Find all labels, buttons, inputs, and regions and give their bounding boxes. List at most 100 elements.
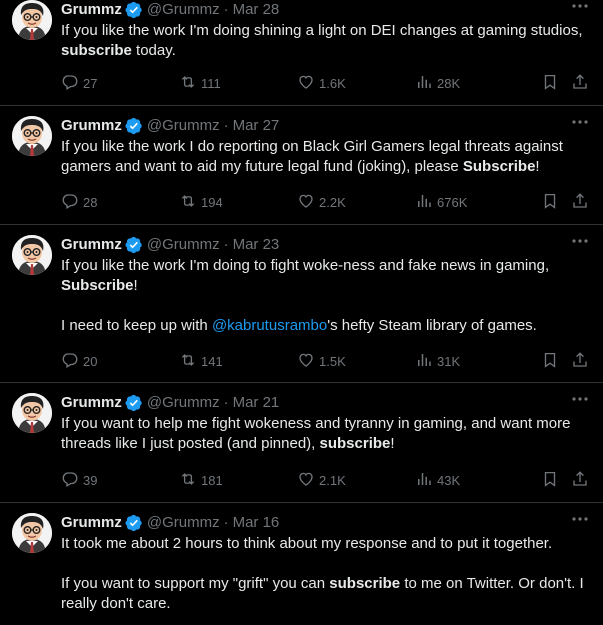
text-run: ! [133,277,138,294]
repost-button[interactable]: 181 [179,470,297,490]
avatar[interactable] [12,513,52,553]
repost-button[interactable]: 141 [179,351,297,371]
more-dots-icon[interactable] [569,231,591,251]
tweet-date[interactable]: Mar 27 [233,116,280,136]
action-bar: 27 111 1.6K 28K [61,73,589,93]
reply-count: 39 [83,472,98,488]
views-button[interactable]: 676K [415,192,535,212]
share-icon[interactable] [571,351,589,372]
more-dots-icon[interactable] [569,389,591,409]
tweet-content: Grummz @Grummz · Mar 27 If you like the work… [61,106,588,177]
bookmark-icon[interactable] [541,73,559,94]
repost-count: 194 [201,194,223,210]
heart-icon [297,192,319,213]
author-name[interactable]: Grummz [61,235,122,255]
verified-badge-icon[interactable] [125,1,143,19]
bold-text: Subscribe [462,158,536,175]
tweet[interactable]: Grummz @Grummz · Mar 23 If you like the work… [0,225,603,383]
like-button[interactable]: 2.2K [297,192,415,212]
more-dots-icon[interactable] [569,0,591,16]
author-handle[interactable]: @Grummz [147,116,220,136]
tweet-text: If you like the work I'm doing shining a… [61,21,585,61]
tweet[interactable]: Grummz @Grummz · Mar 16 It took me about 2 h… [0,503,603,625]
bookmark-icon[interactable] [541,470,559,491]
like-count: 2.2K [319,194,346,210]
bookmark-icon[interactable] [541,351,559,372]
author-handle[interactable]: @Grummz [147,235,220,255]
avatar[interactable] [12,393,52,433]
views-button[interactable]: 43K [415,470,535,490]
reply-button[interactable]: 28 [61,192,179,212]
mention-link[interactable]: @kabrutusrambo [212,317,327,334]
text-run: ! [535,158,540,175]
views-bar-chart-icon [415,73,437,94]
repost-count: 111 [201,75,221,91]
like-button[interactable]: 1.5K [297,351,415,371]
action-bar: 39 181 2.1K 43K [61,470,589,490]
author-handle[interactable]: @Grummz [147,393,220,413]
tweet-text: If you want to help me fight wokeness an… [61,414,585,454]
verified-badge-icon[interactable] [125,236,143,254]
share-icon[interactable] [571,470,589,491]
like-button[interactable]: 2.1K [297,470,415,490]
text-run: If you like the work I'm doing shining a… [61,22,583,39]
tweet-date[interactable]: Mar 16 [233,513,280,533]
author-name[interactable]: Grummz [61,513,122,533]
more-dots-icon[interactable] [569,509,591,529]
tweet-content: Grummz @Grummz · Mar 21 If you want to help … [61,383,588,454]
repost-icon [179,192,201,213]
tweet-date[interactable]: Mar 21 [233,393,280,413]
separator: · [223,236,229,253]
view-count: 28K [437,75,461,91]
reply-button[interactable]: 39 [61,470,179,490]
reply-button[interactable]: 27 [61,73,179,93]
tweet-date[interactable]: Mar 23 [233,235,280,255]
author-handle[interactable]: @Grummz [147,513,220,533]
views-button[interactable]: 28K [415,73,535,93]
tweet[interactable]: Grummz @Grummz · Mar 27 If you like the work… [0,106,603,225]
tweet-text: It took me about 2 hours to think about … [61,534,585,614]
text-run: I need to keep up with [61,317,212,334]
text-run: If you want to support my "grift" you ca… [61,575,330,592]
views-bar-chart-icon [415,470,437,491]
view-count: 43K [437,472,461,488]
repost-button[interactable]: 111 [179,73,297,93]
share-icon[interactable] [571,192,589,213]
tweet[interactable]: Grummz @Grummz · Mar 28 If you like the work… [0,0,603,106]
repost-button[interactable]: 194 [179,192,297,212]
avatar[interactable] [12,116,52,156]
reply-button[interactable]: 20 [61,351,179,371]
separator: · [223,117,229,134]
views-bar-chart-icon [415,192,437,213]
verified-badge-icon[interactable] [125,394,143,412]
verified-badge-icon[interactable] [125,117,143,135]
tweet-header: Grummz @Grummz · Mar 23 [61,235,585,255]
like-button[interactable]: 1.6K [297,73,415,93]
bookmark-icon[interactable] [541,192,559,213]
tweet[interactable]: Grummz @Grummz · Mar 21 If you want to help … [0,383,603,503]
author-name[interactable]: Grummz [61,116,122,136]
tweet-text: If you like the work I do reporting on B… [61,137,585,177]
tweet-date[interactable]: Mar 28 [233,0,280,20]
repost-icon [179,470,201,491]
author-name[interactable]: Grummz [61,393,122,413]
avatar[interactable] [12,235,52,275]
more-dots-icon[interactable] [569,112,591,132]
share-icon[interactable] [571,73,589,94]
repost-icon [179,351,201,372]
tweet-header: Grummz @Grummz · Mar 27 [61,116,585,136]
bold-text: subscribe [61,42,132,59]
like-count: 2.1K [319,472,346,488]
avatar[interactable] [12,0,52,40]
author-handle[interactable]: @Grummz [147,0,220,20]
tweet-header: Grummz @Grummz · Mar 21 [61,393,585,413]
author-name[interactable]: Grummz [61,0,122,20]
views-button[interactable]: 31K [415,351,535,371]
bold-text: subscribe [319,435,391,452]
like-count: 1.5K [319,353,346,369]
reply-icon [61,470,83,491]
action-bar: 28 194 2.2K 676K [61,192,589,212]
tweet-feed: Grummz @Grummz · Mar 28 If you like the work… [0,0,603,625]
verified-badge-icon[interactable] [125,514,143,532]
bold-text: Subscribe [61,277,134,294]
